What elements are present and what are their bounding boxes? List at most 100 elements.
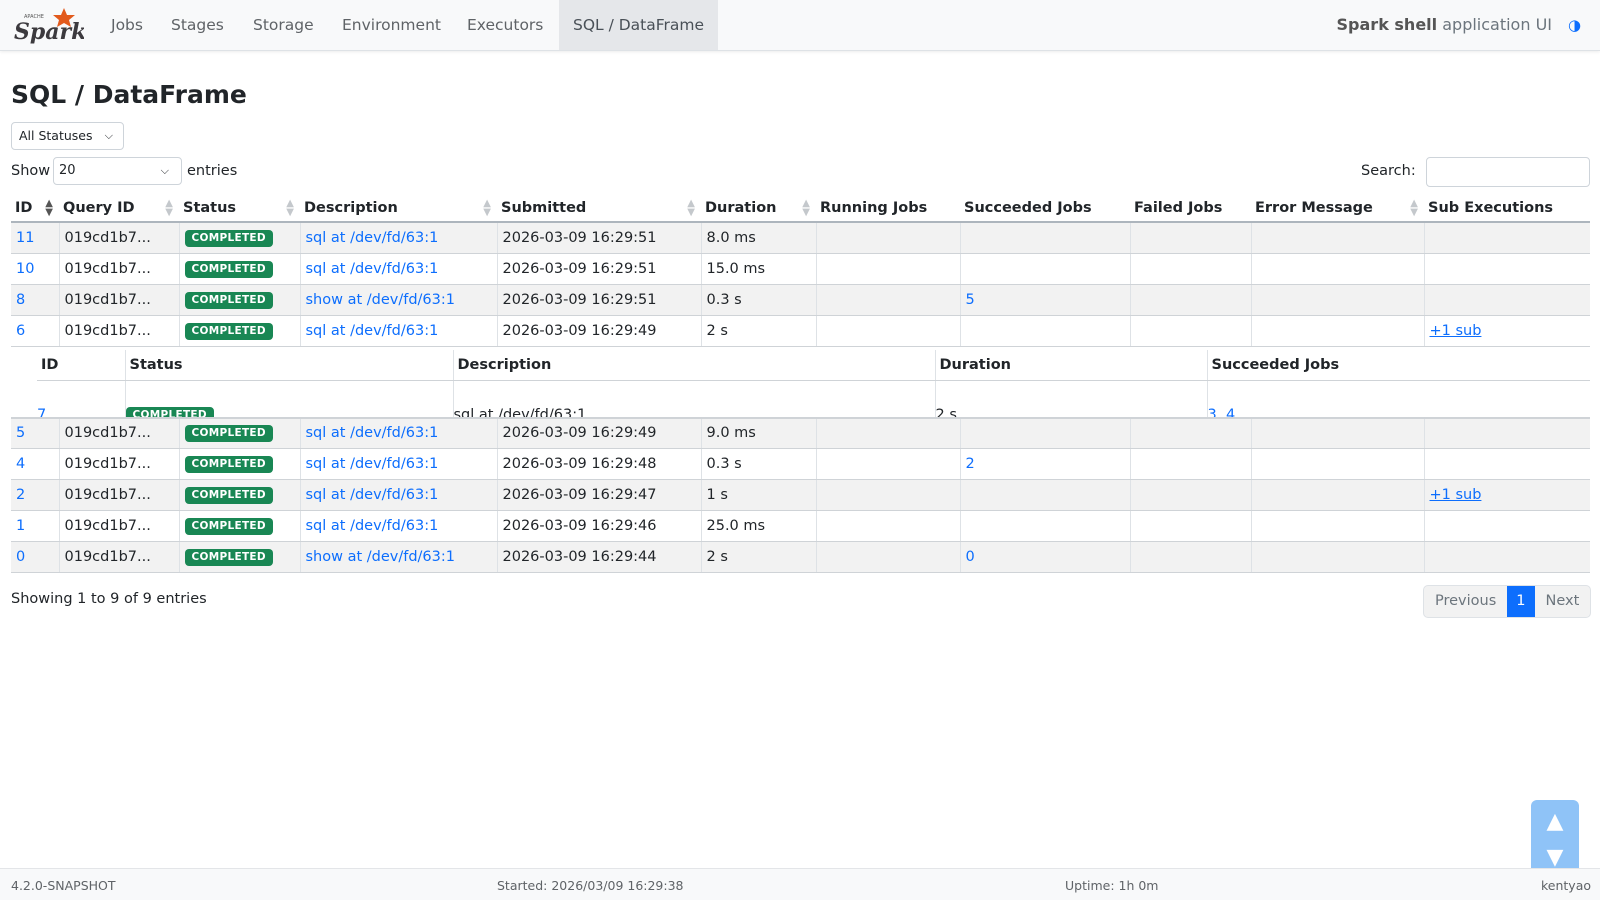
cell-error-message	[1250, 284, 1424, 316]
succeeded-job-link[interactable]: 5	[966, 292, 975, 308]
description-link[interactable]: sql at /dev/fd/63:1	[306, 518, 439, 534]
sql-executions-table: ID ▲ ▼ Query ID ▲ ▼ Status ▲ ▼ Description ▲ ▼ S…	[11, 194, 1590, 573]
sub-execution-id-link[interactable]: 7	[37, 407, 46, 415]
cell-query-id: 019cd1b7...	[58, 448, 179, 480]
col-header-running-jobs: Running Jobs	[816, 194, 960, 223]
status-badge: COMPLETED	[184, 291, 273, 309]
succeeded-job-link[interactable]: 2	[966, 456, 975, 472]
col-header-query-id[interactable]: Query ID ▲ ▼	[59, 194, 179, 223]
scroll-up-icon[interactable]: ▲	[1531, 804, 1579, 840]
col-header-submitted[interactable]: Submitted ▲ ▼	[497, 194, 701, 223]
status-badge: COMPLETED	[184, 322, 273, 340]
status-badge: COMPLETED	[184, 425, 273, 443]
sub-table-header-row: ID Status Description Duration Succeeded Job…	[37, 349, 1590, 381]
app-title-suffix: application UI	[1437, 15, 1552, 34]
sub-executions-link[interactable]: +1 sub	[1430, 323, 1482, 339]
cell-duration: 2 s	[700, 315, 816, 347]
cell-error-message	[1250, 448, 1424, 480]
cell-id: 10	[11, 253, 59, 285]
execution-id-link[interactable]: 2	[16, 487, 25, 503]
cell-id: 4	[11, 448, 59, 480]
description-link[interactable]: sql at /dev/fd/63:1	[306, 487, 439, 503]
spark-logo[interactable]: APACHE Spark	[12, 6, 84, 46]
sub-col-header-succeeded-jobs: Succeeded Jobs	[1206, 349, 1590, 381]
execution-id-link[interactable]: 5	[16, 425, 25, 441]
nav-environment[interactable]: Environment	[328, 0, 455, 50]
col-header-failed-jobs: Failed Jobs	[1130, 194, 1251, 223]
description-link[interactable]: sql at /dev/fd/63:1	[306, 230, 439, 246]
cell-status: COMPLETED	[178, 510, 300, 542]
cell-status: COMPLETED	[178, 541, 300, 573]
sub-col-header-description: Description	[452, 349, 935, 381]
nav-executors[interactable]: Executors	[453, 0, 557, 50]
cell-query-id: 019cd1b7...	[58, 253, 179, 285]
cell-failed-jobs	[1129, 222, 1251, 254]
cell-id: 5	[11, 417, 59, 449]
cell-submitted: 2026-03-09 16:29:46	[496, 510, 701, 542]
col-header-error-message[interactable]: Error Message ▲ ▼	[1251, 194, 1424, 223]
cell-succeeded-jobs	[959, 253, 1130, 285]
cell-sub-executions	[1423, 253, 1590, 285]
description-link[interactable]: show at /dev/fd/63:1	[306, 549, 456, 565]
pagination-page-1[interactable]: 1	[1507, 586, 1535, 617]
table-row: 8 019cd1b7... COMPLETED show at /dev/fd/63:…	[11, 284, 1590, 316]
description-link[interactable]: sql at /dev/fd/63:1	[306, 261, 439, 277]
execution-id-link[interactable]: 6	[16, 323, 25, 339]
sort-icon: ▲ ▼	[687, 198, 695, 218]
description-link[interactable]: sql at /dev/fd/63:1	[306, 323, 439, 339]
sub-executions-link[interactable]: +1 sub	[1430, 487, 1482, 503]
nav-stages[interactable]: Stages	[157, 0, 238, 50]
cell-sub-executions	[1423, 417, 1590, 449]
sort-desc-icon: ▲ ▼	[45, 198, 53, 218]
cell-running-jobs	[815, 222, 960, 254]
sort-icon: ▲ ▼	[802, 198, 810, 218]
execution-id-link[interactable]: 11	[16, 230, 34, 246]
pagination-previous[interactable]: Previous	[1424, 586, 1507, 617]
cell-duration: 0.3 s	[700, 448, 816, 480]
sub-col-header-id: ID	[37, 349, 125, 381]
execution-id-link[interactable]: 8	[16, 292, 25, 308]
cell-failed-jobs	[1129, 448, 1251, 480]
cell-failed-jobs	[1129, 253, 1251, 285]
execution-id-link[interactable]: 0	[16, 549, 25, 565]
table-row: 5 019cd1b7... COMPLETED sql at /dev/fd/63:1…	[11, 417, 1590, 449]
nav-sql-dataframe[interactable]: SQL / DataFrame	[559, 0, 719, 50]
sub-succeeded-job-link[interactable]: 4	[1226, 407, 1235, 415]
execution-id-link[interactable]: 1	[16, 518, 25, 534]
cell-query-id: 019cd1b7...	[58, 417, 179, 449]
cell-sub-executions	[1423, 541, 1590, 573]
col-header-id[interactable]: ID ▲ ▼	[11, 194, 59, 223]
status-filter-value: All Statuses	[19, 128, 93, 143]
cell-submitted: 2026-03-09 16:29:51	[496, 284, 701, 316]
entries-length-value: 20	[59, 163, 76, 178]
cell-description: sql at /dev/fd/63:1	[299, 253, 497, 285]
col-header-duration[interactable]: Duration ▲ ▼	[701, 194, 816, 223]
sub-cell-status: COMPLETED	[124, 380, 453, 416]
succeeded-job-link[interactable]: 0	[966, 549, 975, 565]
description-link[interactable]: sql at /dev/fd/63:1	[306, 456, 439, 472]
top-navbar: APACHE Spark Jobs Stages Storage Environ…	[0, 0, 1600, 51]
status-filter-select[interactable]: All Statuses ⌵	[11, 122, 124, 150]
execution-id-link[interactable]: 4	[16, 456, 25, 472]
description-link[interactable]: sql at /dev/fd/63:1	[306, 425, 439, 441]
search-input[interactable]	[1426, 157, 1590, 187]
entries-length-select[interactable]: 20 ⌵	[53, 157, 182, 185]
entries-label: entries	[187, 163, 238, 179]
theme-toggle-icon[interactable]: ◑	[1568, 17, 1584, 33]
nav-storage[interactable]: Storage	[239, 0, 328, 50]
cell-running-jobs	[815, 541, 960, 573]
description-link[interactable]: show at /dev/fd/63:1	[306, 292, 456, 308]
execution-id-link[interactable]: 10	[16, 261, 34, 277]
col-header-succeeded-jobs: Succeeded Jobs	[960, 194, 1130, 223]
table-info: Showing 1 to 9 of 9 entries	[11, 591, 207, 607]
cell-sub-executions	[1423, 222, 1590, 254]
search-label: Search:	[1361, 163, 1416, 179]
cell-error-message	[1250, 510, 1424, 542]
nav-jobs[interactable]: Jobs	[97, 0, 157, 50]
sub-succeeded-job-link[interactable]: 3	[1208, 407, 1217, 415]
pagination-next[interactable]: Next	[1535, 586, 1591, 617]
col-header-status[interactable]: Status ▲ ▼	[179, 194, 300, 223]
cell-duration: 15.0 ms	[700, 253, 816, 285]
col-header-description[interactable]: Description ▲ ▼	[300, 194, 497, 223]
cell-duration: 0.3 s	[700, 284, 816, 316]
